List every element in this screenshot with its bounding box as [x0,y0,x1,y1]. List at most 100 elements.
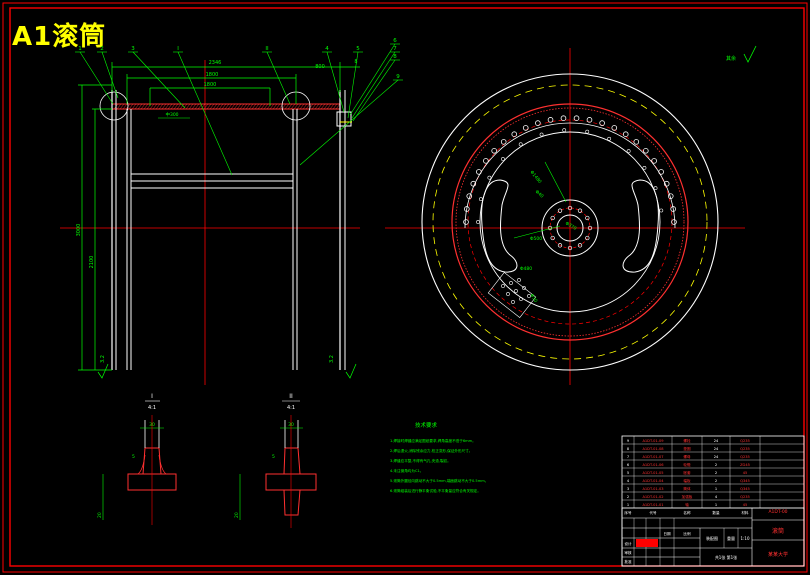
parts-code: A1DT-01-08 [642,447,664,451]
parts-code: A1DT-01-09 [642,439,664,443]
bolt-hole [491,148,497,154]
bolt-hole-inner [478,197,483,202]
callout-number: 2 [100,46,104,52]
leader-side-bolt [544,161,567,203]
dim-left-outer: 3000 [76,224,82,237]
parts-header-cell: 材料 [741,510,749,515]
parts-code: A1DT-01-06 [642,463,664,467]
parts-code: A1DT-01-05 [642,471,663,475]
parts-header-cell: 数量 [712,510,720,515]
parts-qty: 1 [715,487,717,491]
tech-note-1: 1.焊接时焊缝应满足图纸要求,焊角高度不低于6mm。 [390,438,476,443]
parts-name: 垫圈 [683,446,691,451]
tb-material: 装配图 [706,535,718,541]
tb-scale: 1:10 [741,536,750,541]
section-bolt-hole [511,300,515,304]
tb-date: 日期 [663,531,671,536]
parts-qty: 24 [714,447,719,451]
parts-no: 5 [627,471,629,475]
bolt-hole-inner [659,208,664,213]
parts-header-cell: 代号 [649,510,657,515]
tech-note-2: 2.焊后退火,消除残余应力,校正变形,保证外形尺寸。 [390,448,472,453]
tb-company: 某某大学 [768,551,788,558]
bolt-hole [511,131,518,137]
parts-name: 螺栓 [683,438,691,443]
callout-number: II [265,46,269,52]
callout-number: 1 [78,46,82,52]
parts-material: ZG45 [740,463,750,467]
parts-no: 7 [627,455,629,459]
parts-material: Q235 [740,447,750,451]
bolt-hole-inner [607,136,612,141]
tb-sheet: 共1张 第1张 [715,554,737,560]
detail-II-dim-height: 20 [234,512,240,518]
tb-drawing-no: A1DT-00 [768,509,787,515]
hub-bolt-hole [577,208,583,213]
bolt-hole [611,125,618,131]
callout-number: I [177,46,179,52]
side-view: Φ1480 Φ40 Φ370 Φ500 Φ480 Φ30 其余 [385,45,757,385]
parts-material: 45 [743,471,748,475]
parts-name: 加强板 [682,494,693,499]
parts-qty: 24 [714,455,719,459]
bolt-hole [633,139,640,145]
parts-header-cell: 名称 [683,510,691,515]
detail-II-scale: 4:1 [287,405,295,411]
callout-leader [351,51,396,119]
callout-leader [101,51,119,99]
bolt-hole [599,120,605,126]
tech-note-6: 6.滚筒组装后进行静平衡试验,不平衡量应符合有关规定。 [390,488,481,493]
callout-leader [132,51,186,109]
detail-I-dim-height: 20 [97,512,103,518]
parts-qty: 2 [715,463,717,467]
tech-note-3: 3.焊缝应平整,不得有气孔,夹渣,裂纹。 [390,458,451,463]
bolt-hole-inner [518,142,523,147]
detail-circle-I [99,91,129,121]
dim-side-bolt: Φ1480 [528,169,542,184]
parts-code: A1DT-01-07 [642,455,663,459]
dim-side-hole: Φ40 [534,189,545,200]
parts-name: 胀套 [683,470,691,475]
bolt-hole-inner [653,186,658,191]
tb-weight: 重量 [727,535,735,541]
roughness-bottom-left: 3.2 [100,355,106,363]
bolt-hole [643,148,649,154]
tb-red-stamp [636,539,658,547]
tech-notes-title: 技术要求 [415,421,438,429]
parts-code: A1DT-01-04 [642,479,664,483]
detail-view-II: II 4:1 30 5 20 [234,393,317,528]
tb-checker: 审核 [624,550,632,555]
bolt-hole-inner [626,149,631,154]
dim-top2: 1800 [206,72,219,78]
parts-no: 9 [627,439,630,443]
bolt-hole [622,131,629,137]
callout-leader [352,59,396,122]
detail-I-label: I [151,393,153,400]
bolt-hole [586,117,593,123]
bolt-hole-inner [476,220,480,224]
section-bolt-hole [509,281,513,285]
drawing-canvas: 2346 1800 1800 中300 800 8 3000 2100 3.2 … [2,2,808,573]
tech-note-5: 5.滚筒外圆径向跳动不大于0.5mm,端面跳动不大于0.5mm。 [390,478,488,483]
tb-designer: 设计 [624,541,632,546]
callout-number: 7 [393,46,397,52]
bolt-hole-inner [487,175,492,180]
callout-leader [326,51,345,113]
dim-right-top: 800 [315,64,325,70]
bolt-hole [463,219,469,225]
parts-code: A1DT-01-01 [642,503,663,507]
roughness-symbol-left [97,363,109,379]
hub-block [336,111,352,127]
dim-left-inner: 2100 [89,256,95,269]
hub-bolt-hole [585,215,590,221]
bolt-hole-inner [642,166,647,170]
callout-leader [347,51,359,119]
slot-left [481,179,518,273]
callout-number: 3 [131,46,135,52]
section-bolt-hole [514,289,518,293]
dim-top1: 2346 [209,60,222,66]
detail-II-web-lower [283,489,301,516]
slot-right [622,179,659,273]
parts-name: 幅板 [683,478,691,483]
detail-II-label: II [289,393,293,400]
